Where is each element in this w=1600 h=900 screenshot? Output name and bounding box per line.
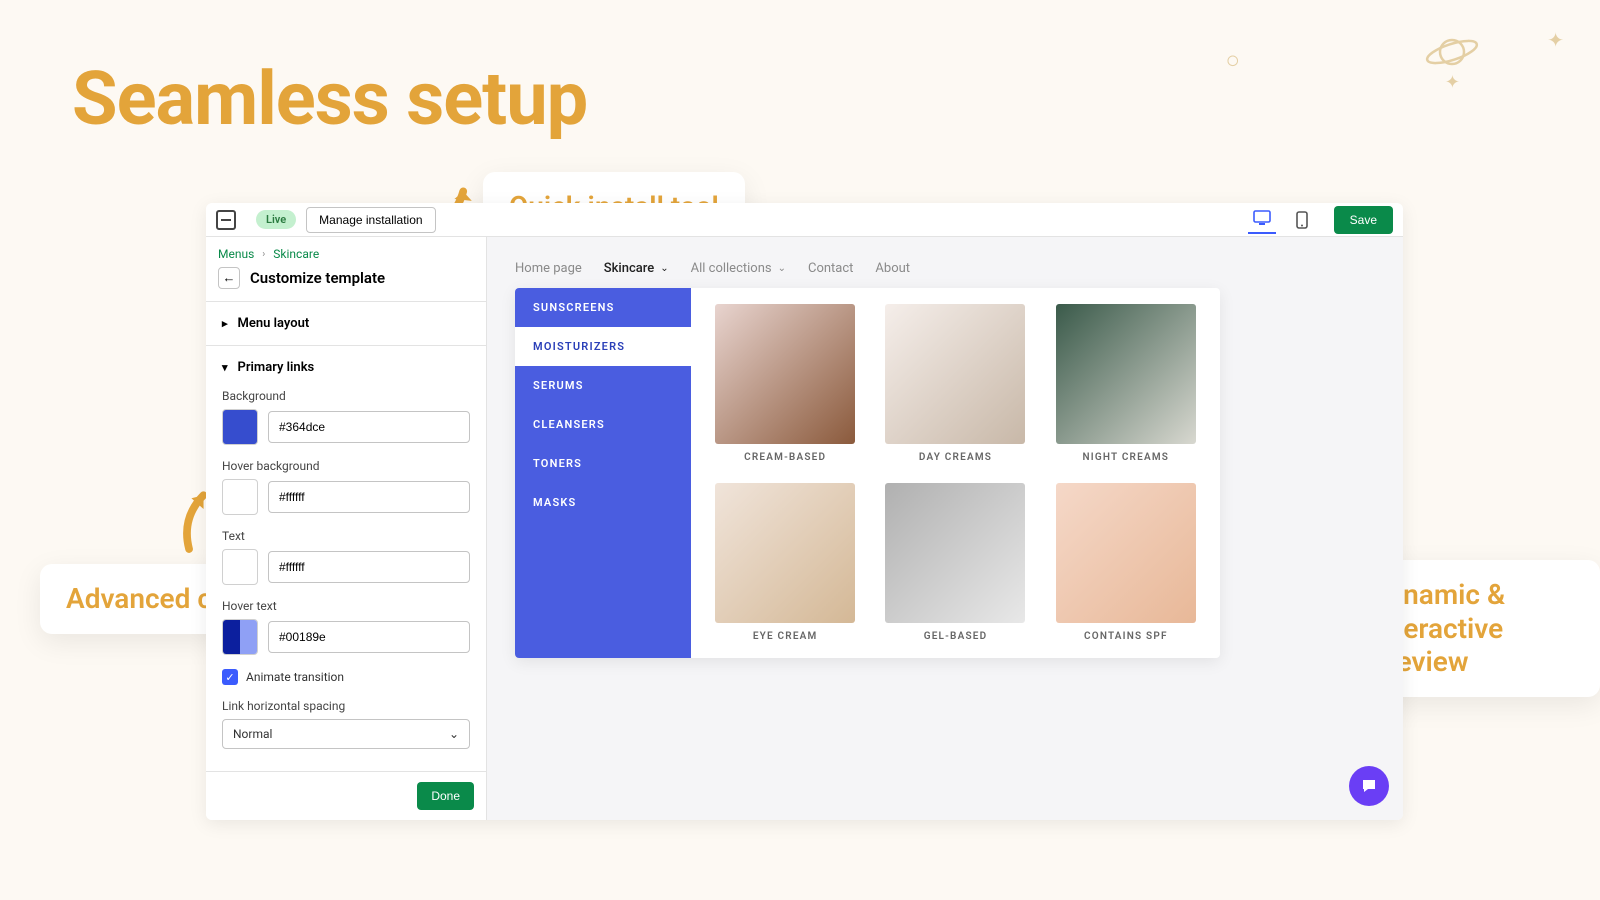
mega-link-moisturizers[interactable]: MOISTURIZERS xyxy=(515,327,691,366)
background-hex-input[interactable] xyxy=(268,411,470,443)
star-doodle: ✦ xyxy=(1445,72,1460,93)
field-label-text: Text xyxy=(222,529,470,543)
live-badge: Live xyxy=(256,210,296,229)
chevron-down-icon: ⌄ xyxy=(778,263,786,274)
hover-text-swatch[interactable] xyxy=(222,619,258,655)
settings-sidebar: Menus › Skincare ← Customize template Me… xyxy=(206,237,487,820)
caret-right-icon xyxy=(222,316,228,331)
product-label: CONTAINS SPF xyxy=(1084,631,1168,642)
mega-menu: SUNSCREENS MOISTURIZERS SERUMS CLEANSERS… xyxy=(515,288,1220,658)
breadcrumb-root[interactable]: Menus xyxy=(218,247,254,261)
product-image xyxy=(1056,483,1196,623)
nav-item-home[interactable]: Home page xyxy=(515,261,582,276)
caret-down-icon xyxy=(222,360,228,375)
mega-link-cleansers[interactable]: CLEANSERS xyxy=(515,405,691,444)
desktop-icon xyxy=(1253,210,1271,226)
sidebar-title: Customize template xyxy=(250,269,385,287)
mega-link-serums[interactable]: SERUMS xyxy=(515,366,691,405)
section-primary-links[interactable]: Primary links xyxy=(206,345,486,389)
mega-link-sunscreens[interactable]: SUNSCREENS xyxy=(515,288,691,327)
mega-menu-sidebar: SUNSCREENS MOISTURIZERS SERUMS CLEANSERS… xyxy=(515,288,691,658)
chevron-down-icon: ⌄ xyxy=(660,263,668,274)
desktop-view-button[interactable] xyxy=(1248,206,1276,234)
manage-installation-button[interactable]: Manage installation xyxy=(306,207,435,233)
nav-label: Skincare xyxy=(604,261,654,276)
product-label: DAY CREAMS xyxy=(919,452,992,463)
product-label: GEL-BASED xyxy=(924,631,988,642)
mobile-icon xyxy=(1296,211,1308,229)
done-button[interactable]: Done xyxy=(417,782,474,810)
field-label-hover-bg: Hover background xyxy=(222,459,470,473)
breadcrumb: Menus › Skincare xyxy=(206,237,486,267)
product-image xyxy=(715,483,855,623)
breadcrumb-current[interactable]: Skincare xyxy=(273,247,319,261)
mega-menu-grid: CREAM-BASED DAY CREAMS NIGHT CREAMS EYE … xyxy=(691,288,1220,658)
nav-item-about[interactable]: About xyxy=(875,261,910,276)
hover-text-hex-input[interactable] xyxy=(268,621,470,653)
product-image xyxy=(885,483,1025,623)
product-tile[interactable]: CONTAINS SPF xyxy=(1054,483,1198,642)
background-swatch[interactable] xyxy=(222,409,258,445)
section-label: Primary links xyxy=(238,360,315,375)
field-label-hover-text: Hover text xyxy=(222,599,470,613)
page-title: Seamless setup xyxy=(72,56,587,143)
product-tile[interactable]: DAY CREAMS xyxy=(883,304,1027,463)
text-swatch[interactable] xyxy=(222,549,258,585)
field-label-spacing: Link horizontal spacing xyxy=(222,699,470,713)
section-label: Menu layout xyxy=(238,316,310,331)
product-image xyxy=(885,304,1025,444)
select-chevron-icon: ⌄ xyxy=(449,727,459,741)
nav-label: All collections xyxy=(691,261,772,276)
nav-item-all-collections[interactable]: All collections ⌄ xyxy=(691,261,786,276)
product-image xyxy=(715,304,855,444)
store-nav: Home page Skincare ⌄ All collections ⌄ C… xyxy=(515,261,1375,276)
top-bar: Live Manage installation Save xyxy=(206,203,1403,237)
app-window: Live Manage installation Save Menus › Sk… xyxy=(206,203,1403,820)
nav-item-skincare[interactable]: Skincare ⌄ xyxy=(604,261,669,276)
star-doodle: ✦ xyxy=(1547,28,1564,52)
hover-bg-swatch[interactable] xyxy=(222,479,258,515)
mega-link-masks[interactable]: MASKS xyxy=(515,483,691,522)
circle-doodle: ○ xyxy=(1226,46,1241,75)
chat-button[interactable] xyxy=(1349,766,1389,806)
mega-link-toners[interactable]: TONERS xyxy=(515,444,691,483)
field-label-background: Background xyxy=(222,389,470,403)
animate-checkbox[interactable]: ✓ xyxy=(222,669,238,685)
product-tile[interactable]: EYE CREAM xyxy=(713,483,857,642)
hover-bg-hex-input[interactable] xyxy=(268,481,470,513)
product-label: NIGHT CREAMS xyxy=(1083,452,1170,463)
product-tile[interactable]: CREAM-BASED xyxy=(713,304,857,463)
save-button[interactable]: Save xyxy=(1334,206,1393,234)
animate-label: Animate transition xyxy=(246,670,344,684)
product-tile[interactable]: NIGHT CREAMS xyxy=(1054,304,1198,463)
spacing-select[interactable]: Normal ⌄ xyxy=(222,719,470,749)
product-label: CREAM-BASED xyxy=(744,452,826,463)
text-hex-input[interactable] xyxy=(268,551,470,583)
product-image xyxy=(1056,304,1196,444)
preview-pane: Home page Skincare ⌄ All collections ⌄ C… xyxy=(487,237,1403,820)
spacing-value: Normal xyxy=(233,727,272,741)
back-button[interactable]: ← xyxy=(218,267,240,289)
primary-links-panel: Background Hover background Text xyxy=(206,389,486,761)
product-tile[interactable]: GEL-BASED xyxy=(883,483,1027,642)
chevron-right-icon: › xyxy=(262,249,265,260)
product-label: EYE CREAM xyxy=(753,631,818,642)
chat-icon xyxy=(1360,777,1378,795)
nav-item-contact[interactable]: Contact xyxy=(808,261,853,276)
app-logo-icon xyxy=(216,210,236,230)
section-menu-layout[interactable]: Menu layout xyxy=(206,301,486,345)
mobile-view-button[interactable] xyxy=(1288,206,1316,234)
